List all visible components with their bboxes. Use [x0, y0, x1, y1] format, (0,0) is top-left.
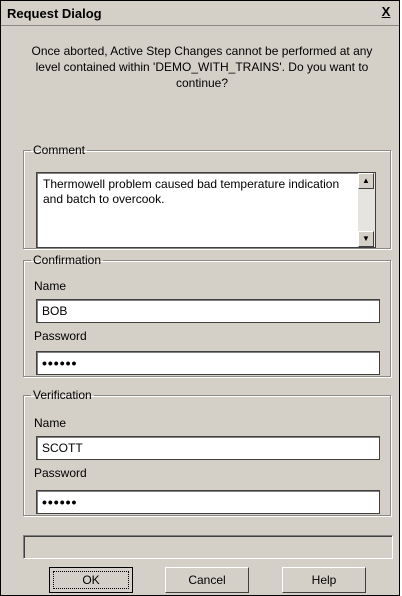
confirmation-group: Confirmation Name BOB Password ••••••	[23, 253, 391, 377]
comment-group: Comment Thermowell problem caused bad te…	[23, 143, 391, 249]
help-button[interactable]: Help	[282, 567, 366, 593]
cancel-button[interactable]: Cancel	[165, 567, 249, 593]
ok-button-label: OK	[53, 571, 129, 589]
comment-text: Thermowell problem caused bad temperatur…	[43, 177, 340, 206]
verification-legend: Verification	[33, 388, 92, 402]
request-dialog: Request Dialog X Once aborted, Active St…	[0, 0, 400, 596]
confirmation-name-input[interactable]: BOB	[36, 299, 380, 323]
confirmation-password-label: Password	[34, 329, 87, 343]
close-icon[interactable]: X	[379, 4, 393, 20]
confirmation-name-label: Name	[34, 279, 67, 293]
scroll-down-icon[interactable]: ▼	[358, 231, 374, 247]
status-bar	[23, 535, 393, 559]
ok-button[interactable]: OK	[49, 567, 133, 593]
verification-name-label: Name	[34, 416, 67, 430]
verification-name-input[interactable]: SCOTT	[36, 436, 380, 460]
verification-password-input[interactable]: ••••••	[36, 490, 380, 514]
comment-scrollbar[interactable]: ▲ ▼	[358, 173, 375, 247]
dialog-title: Request Dialog	[7, 6, 102, 21]
comment-textarea[interactable]: Thermowell problem caused bad temperatur…	[36, 172, 376, 248]
verification-group: Verification Name SCOTT Password ••••••	[23, 388, 391, 516]
confirmation-password-input[interactable]: ••••••	[36, 351, 380, 375]
comment-legend: Comment	[33, 143, 86, 157]
scroll-up-icon[interactable]: ▲	[358, 173, 374, 189]
confirmation-message: Once aborted, Active Step Changes cannot…	[31, 44, 373, 90]
verification-password-label: Password	[34, 466, 87, 480]
confirmation-legend: Confirmation	[33, 253, 102, 267]
title-bar[interactable]: Request Dialog X	[1, 1, 399, 26]
